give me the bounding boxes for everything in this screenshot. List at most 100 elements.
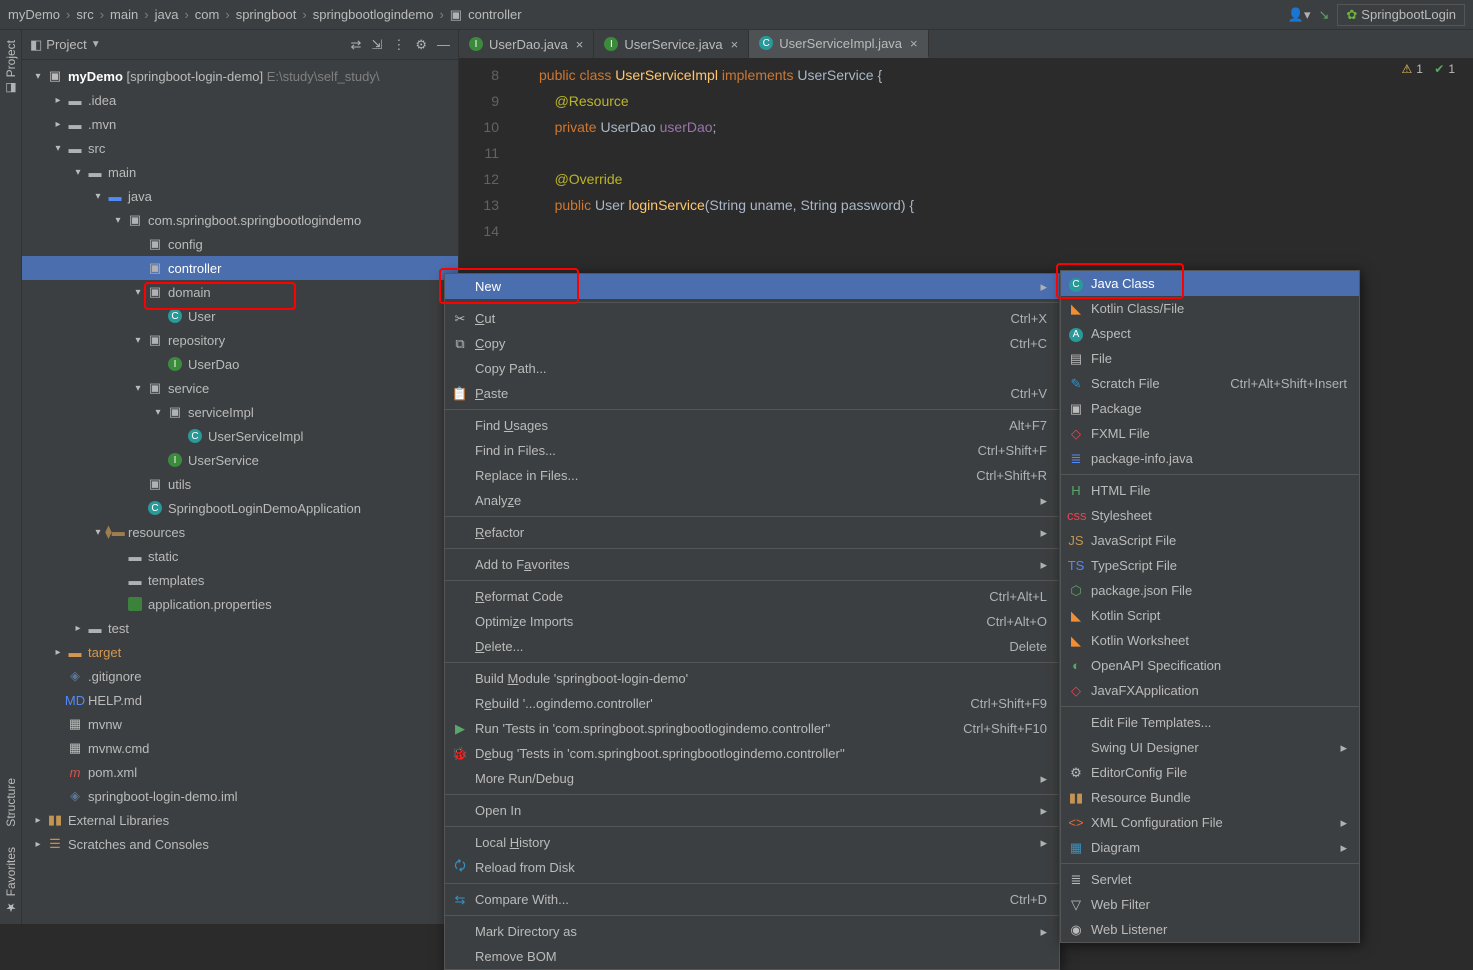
menu-item-morerun[interactable]: More Run/Debug▸	[445, 766, 1059, 791]
menu-item-openin[interactable]: Open In▸	[445, 798, 1059, 823]
tree-item[interactable]: IUserService	[22, 448, 458, 472]
menu-item-file[interactable]: ▤File	[1061, 346, 1359, 371]
menu-item-addtofav[interactable]: Add to Favorites▸	[445, 552, 1059, 577]
menu-item-copypath[interactable]: Copy Path...	[445, 356, 1059, 381]
build-icon[interactable]: ↘	[1318, 7, 1329, 23]
tree-item[interactable]: ▾▬main	[22, 160, 458, 184]
menu-item-webfilter[interactable]: ▽Web Filter	[1061, 892, 1359, 917]
menu-item-resbundle[interactable]: ▮▮Resource Bundle	[1061, 785, 1359, 810]
menu-item-rebuild[interactable]: Rebuild '...ogindemo.controller'Ctrl+Shi…	[445, 691, 1059, 716]
structure-tool-tab[interactable]: Structure	[2, 768, 20, 837]
tree-item[interactable]: ▸▬test	[22, 616, 458, 640]
dropdown-icon[interactable]: ▼	[91, 39, 101, 50]
menu-item-reload[interactable]: 🗘Reload from Disk	[445, 855, 1059, 880]
tree-item[interactable]: ▾▣service	[22, 376, 458, 400]
menu-item-openapi[interactable]: ◐OpenAPI Specification	[1061, 653, 1359, 678]
tree-item[interactable]: ▾▣domain	[22, 280, 458, 304]
menu-item-runtests[interactable]: ▶Run 'Tests in 'com.springboot.springboo…	[445, 716, 1059, 741]
menu-item-findusages[interactable]: Find UsagesAlt+F7	[445, 413, 1059, 438]
select-opened-file-icon[interactable]: ⇄	[351, 37, 362, 53]
menu-item-findinfiles[interactable]: Find in Files...Ctrl+Shift+F	[445, 438, 1059, 463]
tree-item[interactable]: ▬static	[22, 544, 458, 568]
menu-item-javafx[interactable]: ◇JavaFXApplication	[1061, 678, 1359, 703]
menu-item-pkginfo[interactable]: ≣package-info.java	[1061, 446, 1359, 471]
menu-item-html[interactable]: HHTML File	[1061, 478, 1359, 503]
menu-item-analyze[interactable]: Analyze▸	[445, 488, 1059, 513]
menu-item-delete[interactable]: Delete...Delete	[445, 634, 1059, 659]
menu-item-swing[interactable]: Swing UI Designer▸	[1061, 735, 1359, 760]
user-icon[interactable]: 👤▾	[1288, 7, 1311, 23]
run-configuration-selector[interactable]: ✿ SpringbootLogin	[1337, 4, 1465, 26]
breadcrumb-item[interactable]: main	[110, 7, 138, 22]
close-icon[interactable]: ×	[910, 36, 918, 51]
favorites-tool-tab[interactable]: ★Favorites	[2, 837, 20, 924]
tree-item[interactable]: MDHELP.md	[22, 688, 458, 712]
inspections-widget[interactable]: ⚠1 ✔1	[1401, 62, 1455, 76]
tree-item[interactable]: IUserDao	[22, 352, 458, 376]
tree-item[interactable]: ▸▬.mvn	[22, 112, 458, 136]
menu-item-editfiletmpl[interactable]: Edit File Templates...	[1061, 710, 1359, 735]
menu-item-markdir[interactable]: Mark Directory as▸	[445, 919, 1059, 944]
tree-item[interactable]: ▾▣serviceImpl	[22, 400, 458, 424]
tree-item-target[interactable]: ▸▬target	[22, 640, 458, 664]
submenu-new[interactable]: CJava Class ◣Kotlin Class/File AAspect ▤…	[1060, 270, 1360, 943]
tree-item-controller[interactable]: ▣controller	[22, 256, 458, 280]
tree-item[interactable]: ◈springboot-login-demo.iml	[22, 784, 458, 808]
menu-item-diagram[interactable]: ▦Diagram▸	[1061, 835, 1359, 860]
expand-all-icon[interactable]: ⇲	[371, 37, 382, 53]
menu-item-buildmodule[interactable]: Build Module 'springboot-login-demo'	[445, 666, 1059, 691]
tree-item[interactable]: ▦mvnw.cmd	[22, 736, 458, 760]
menu-item-editorconfig[interactable]: ⚙EditorConfig File	[1061, 760, 1359, 785]
menu-item-scratchfile[interactable]: ✎Scratch FileCtrl+Alt+Shift+Insert	[1061, 371, 1359, 396]
breadcrumb-item[interactable]: springbootlogindemo	[313, 7, 434, 22]
tree-item[interactable]: ▾▬src	[22, 136, 458, 160]
tree-item[interactable]: ▬templates	[22, 568, 458, 592]
tree-root[interactable]: ▾▣myDemo [springboot-login-demo] E:\stud…	[22, 64, 458, 88]
project-title[interactable]: Project	[46, 37, 86, 52]
collapse-all-icon[interactable]: ⋮	[392, 37, 405, 53]
menu-item-package[interactable]: ▣Package	[1061, 396, 1359, 421]
tree-external-libs[interactable]: ▸▮▮External Libraries	[22, 808, 458, 832]
tree-item[interactable]: ▣config	[22, 232, 458, 256]
menu-item-reformat[interactable]: Reformat CodeCtrl+Alt+L	[445, 584, 1059, 609]
menu-item-replaceinfiles[interactable]: Replace in Files...Ctrl+Shift+R	[445, 463, 1059, 488]
menu-item-compare[interactable]: ⇆Compare With...Ctrl+D	[445, 887, 1059, 912]
breadcrumb-item[interactable]: springboot	[236, 7, 297, 22]
close-icon[interactable]: ×	[576, 37, 584, 52]
menu-item-removebom[interactable]: Remove BOM	[445, 944, 1059, 969]
menu-item-localhistory[interactable]: Local History▸	[445, 830, 1059, 855]
tree-item[interactable]: application.properties	[22, 592, 458, 616]
menu-item-refactor[interactable]: Refactor▸	[445, 520, 1059, 545]
tree-item[interactable]: ▾▣repository	[22, 328, 458, 352]
menu-item-xmlconf[interactable]: <>XML Configuration File▸	[1061, 810, 1359, 835]
tree-item[interactable]: ▸▬.idea	[22, 88, 458, 112]
tree-item[interactable]: ▾▬java	[22, 184, 458, 208]
menu-item-stylesheet[interactable]: cssStylesheet	[1061, 503, 1359, 528]
tree-item[interactable]: ▦mvnw	[22, 712, 458, 736]
menu-item-new[interactable]: New▸	[445, 274, 1059, 299]
tree-item[interactable]: ◈.gitignore	[22, 664, 458, 688]
project-tree[interactable]: ▾▣myDemo [springboot-login-demo] E:\stud…	[22, 60, 458, 924]
menu-item-kotlinclass[interactable]: ◣Kotlin Class/File	[1061, 296, 1359, 321]
tree-item[interactable]: CUser	[22, 304, 458, 328]
tree-item[interactable]: ▣utils	[22, 472, 458, 496]
editor-tab[interactable]: IUserDao.java×	[459, 30, 594, 58]
tree-scratches[interactable]: ▸☰Scratches and Consoles	[22, 832, 458, 856]
context-menu[interactable]: New▸ ✂CutCtrl+X ⧉CopyCtrl+C Copy Path...…	[444, 273, 1060, 970]
menu-item-javaclass[interactable]: CJava Class	[1061, 271, 1359, 296]
tree-item[interactable]: mpom.xml	[22, 760, 458, 784]
tree-item[interactable]: CSpringbootLoginDemoApplication	[22, 496, 458, 520]
menu-item-copy[interactable]: ⧉CopyCtrl+C	[445, 331, 1059, 356]
breadcrumb-item[interactable]: controller	[468, 7, 521, 22]
menu-item-optimize[interactable]: Optimize ImportsCtrl+Alt+O	[445, 609, 1059, 634]
project-tool-tab[interactable]: ◧Project	[2, 30, 20, 105]
breadcrumb-item[interactable]: java	[155, 7, 179, 22]
breadcrumb-item[interactable]: com	[195, 7, 220, 22]
menu-item-fxml[interactable]: ◇FXML File	[1061, 421, 1359, 446]
menu-item-kotlinws[interactable]: ◣Kotlin Worksheet	[1061, 628, 1359, 653]
breadcrumb-item[interactable]: myDemo	[8, 7, 60, 22]
menu-item-tsfile[interactable]: TSTypeScript File	[1061, 553, 1359, 578]
menu-item-jsfile[interactable]: JSJavaScript File	[1061, 528, 1359, 553]
menu-item-paste[interactable]: 📋PasteCtrl+V	[445, 381, 1059, 406]
menu-item-kotlinscript[interactable]: ◣Kotlin Script	[1061, 603, 1359, 628]
